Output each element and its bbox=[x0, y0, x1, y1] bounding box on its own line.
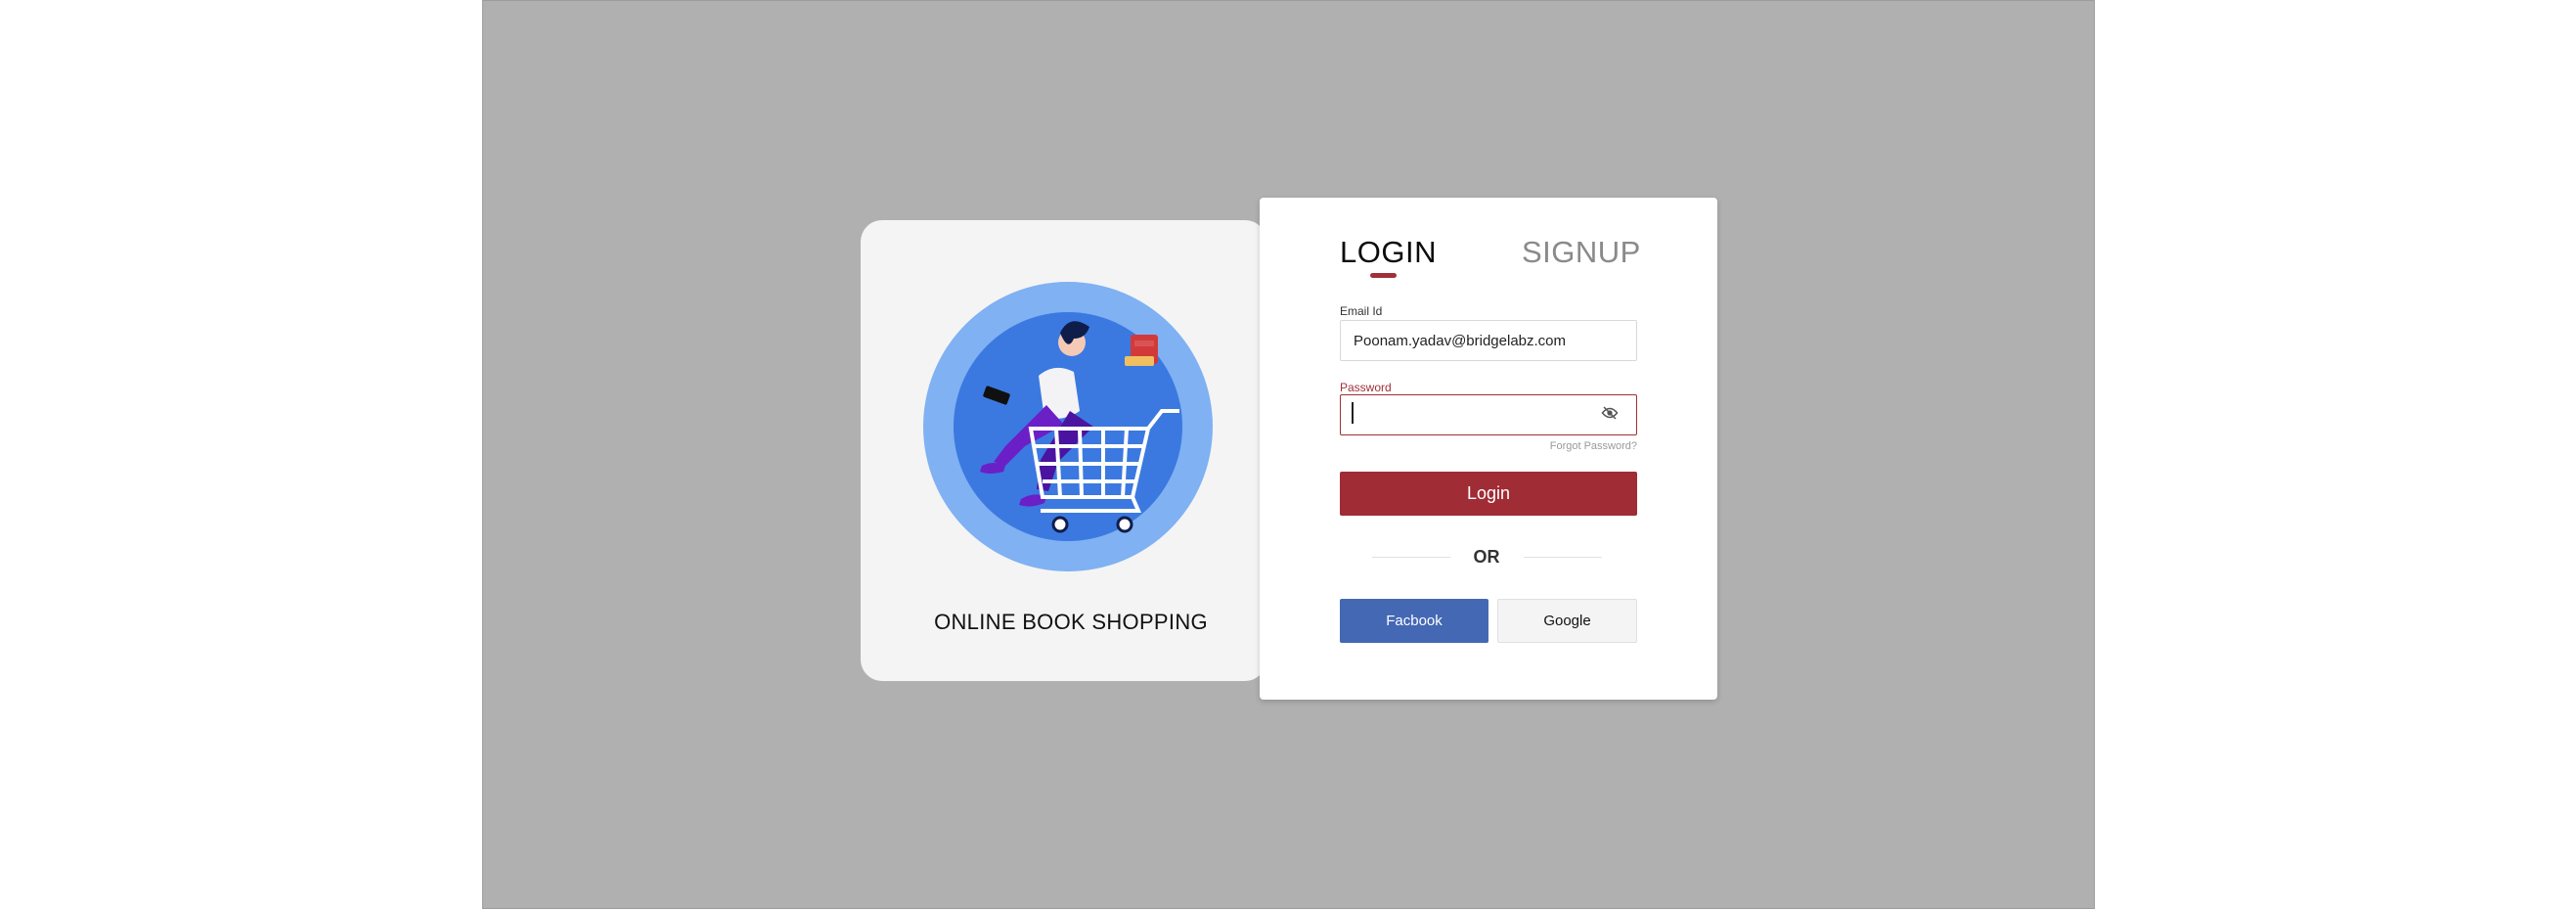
login-card: LOGIN SIGNUP Email Id Password Forgot Pa… bbox=[1260, 198, 1717, 700]
login-button[interactable]: Login bbox=[1340, 472, 1637, 516]
eye-off-icon[interactable] bbox=[1601, 405, 1619, 421]
email-label: Email Id bbox=[1340, 304, 1383, 318]
tab-login[interactable]: LOGIN bbox=[1340, 235, 1437, 270]
divider-line-right bbox=[1524, 557, 1602, 558]
active-tab-indicator bbox=[1370, 273, 1397, 278]
password-label: Password bbox=[1340, 381, 1392, 394]
or-divider-text: OR bbox=[1473, 547, 1500, 567]
tab-signup[interactable]: SIGNUP bbox=[1522, 235, 1641, 270]
google-login-button[interactable]: Google bbox=[1497, 599, 1637, 643]
shopping-cart-illustration bbox=[923, 282, 1213, 571]
email-field[interactable] bbox=[1340, 320, 1637, 361]
forgot-password-link[interactable]: Forgot Password? bbox=[1550, 440, 1637, 452]
divider-line-left bbox=[1372, 557, 1450, 558]
password-field[interactable] bbox=[1340, 394, 1637, 435]
facebook-login-button[interactable]: Facbook bbox=[1340, 599, 1488, 643]
text-cursor bbox=[1352, 402, 1354, 424]
brand-title: ONLINE BOOK SHOPPING bbox=[934, 610, 1208, 634]
brand-card: ONLINE BOOK SHOPPING bbox=[861, 220, 1266, 681]
